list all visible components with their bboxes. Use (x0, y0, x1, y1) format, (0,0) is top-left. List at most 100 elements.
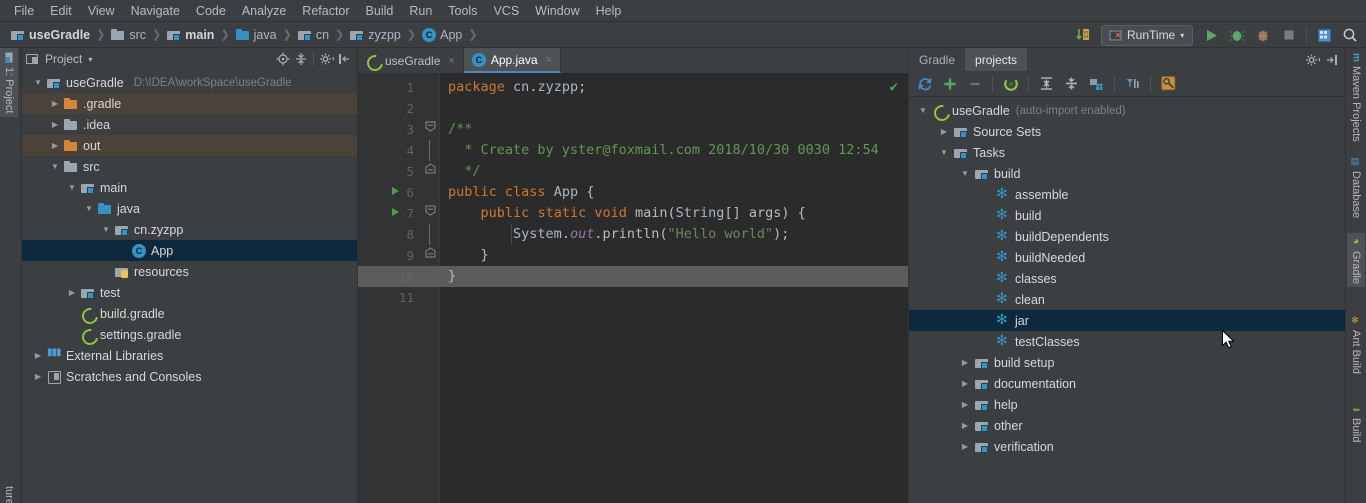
compile-icon[interactable]: 01 10 (1071, 24, 1095, 46)
menu-item-help[interactable]: Help (588, 2, 630, 20)
tree-toggle-closed-icon[interactable] (959, 442, 971, 451)
project-tree[interactable]: useGradle D:\IDEA\workSpace\useGradle .gra… (22, 70, 357, 503)
filter-tasks-icon[interactable] (1121, 73, 1144, 95)
sidebar-item-gradle[interactable]: ◕ Gradle (1347, 233, 1365, 288)
tree-toggle-closed-icon[interactable] (959, 421, 971, 430)
editor-tab-usegradle[interactable]: useGradle × (358, 48, 464, 73)
breadcrumb-item-zyzpp[interactable]: zyzpp ❯ (347, 28, 419, 42)
breadcrumb-item-main[interactable]: main ❯ (164, 28, 232, 42)
tree-row[interactable]: useGradle D:\IDEA\workSpace\useGradle (22, 72, 357, 93)
tree-row[interactable]: settings.gradle (22, 324, 357, 345)
editor-tab-app-java[interactable]: App.java × (463, 48, 561, 73)
fold-collapse-icon[interactable] (424, 245, 436, 266)
menu-item-analyze[interactable]: Analyze (234, 2, 294, 20)
tree-toggle-closed-icon[interactable] (32, 351, 44, 360)
code-line[interactable]: public static void main(String[] args) { (448, 203, 806, 224)
refresh-all-projects-icon[interactable] (913, 73, 936, 95)
code-editor[interactable]: 1 package cn.zyzpp; 2 3 /** 4 * Create by yst… (358, 73, 908, 503)
hide-panel-icon[interactable] (335, 50, 353, 68)
collapse-all-icon[interactable] (1060, 73, 1083, 95)
tree-row[interactable]: Scratches and Consoles (22, 366, 357, 387)
close-icon[interactable]: × (546, 54, 552, 66)
close-icon[interactable]: × (448, 55, 454, 67)
menu-item-view[interactable]: View (80, 2, 123, 20)
code-line[interactable]: * Create by yster@foxmail.com 2018/10/30… (448, 140, 879, 161)
sidebar-item-database[interactable]: ▤ Database (1347, 154, 1365, 221)
tree-toggle-open-icon[interactable] (32, 78, 44, 87)
code-line[interactable]: public class App { (448, 182, 594, 203)
fold-collapse-icon[interactable] (424, 119, 436, 140)
tree-toggle-open-icon[interactable] (83, 204, 95, 213)
tree-row[interactable]: build.gradle (22, 303, 357, 324)
gradle-tree-row[interactable]: useGradle (auto-import enabled) (909, 100, 1345, 121)
gradle-tree-row[interactable]: buildDependents (909, 226, 1345, 247)
fold-collapse-icon[interactable] (424, 203, 436, 224)
tree-toggle-open-icon[interactable] (66, 183, 78, 192)
breadcrumb-item-java[interactable]: java ❯ (233, 28, 295, 42)
debug-icon[interactable] (1225, 24, 1249, 46)
gradle-tree-row[interactable]: classes (909, 268, 1345, 289)
menu-item-window[interactable]: Window (527, 2, 587, 20)
breadcrumb-item-src[interactable]: src ❯ (108, 28, 164, 42)
tree-row[interactable]: java (22, 198, 357, 219)
toggle-offline-mode-icon[interactable] (1085, 73, 1108, 95)
gradle-tree-row[interactable]: help (909, 394, 1345, 415)
tree-toggle-open-icon[interactable] (938, 148, 950, 157)
tab-gradle[interactable]: Gradle (909, 48, 965, 71)
tree-toggle-open-icon[interactable] (49, 162, 61, 171)
code-line[interactable]: */ (448, 161, 480, 182)
search-everywhere-icon[interactable] (1338, 24, 1362, 46)
tree-row[interactable]: out (22, 135, 357, 156)
chevron-down-icon[interactable]: ▾ (88, 55, 92, 64)
run-configuration-selector[interactable]: RunTime ▾ (1101, 24, 1193, 46)
sidebar-item-maven-projects[interactable]: m Maven Projects (1347, 50, 1365, 145)
tree-toggle-closed-icon[interactable] (49, 99, 61, 108)
tree-toggle-open-icon[interactable] (100, 225, 112, 234)
tree-toggle-closed-icon[interactable] (32, 372, 44, 381)
code-line[interactable]: /** (448, 119, 472, 140)
menu-item-navigate[interactable]: Navigate (123, 2, 188, 20)
tree-toggle-closed-icon[interactable] (49, 120, 61, 129)
tree-row[interactable]: App (22, 240, 357, 261)
hide-panel-icon[interactable] (1323, 51, 1341, 69)
menu-item-edit[interactable]: Edit (42, 2, 80, 20)
tree-toggle-closed-icon[interactable] (959, 358, 971, 367)
execute-gradle-task-icon[interactable] (999, 73, 1022, 95)
updates-icon[interactable] (1312, 24, 1336, 46)
stop-icon[interactable] (1277, 24, 1301, 46)
sidebar-item-project[interactable]: 1: Project (0, 48, 18, 118)
breadcrumb-item-app[interactable]: App ❯ (419, 27, 480, 42)
gradle-tree-row[interactable]: verification (909, 436, 1345, 457)
tree-toggle-closed-icon[interactable] (66, 288, 78, 297)
menu-item-refactor[interactable]: Refactor (294, 2, 357, 20)
gradle-tree-row[interactable]: testClasses (909, 331, 1345, 352)
gradle-tree-row[interactable]: documentation (909, 373, 1345, 394)
sidebar-item-structure[interactable]: ture (0, 482, 18, 503)
menu-item-build[interactable]: Build (358, 2, 402, 20)
gradle-settings-icon[interactable] (1157, 73, 1180, 95)
sidebar-item-build[interactable]: ⬇ Build (1347, 403, 1365, 445)
tree-toggle-open-icon[interactable] (917, 106, 929, 115)
gradle-tree-row[interactable]: build (909, 163, 1345, 184)
tree-row[interactable]: resources (22, 261, 357, 282)
tree-row[interactable]: .gradle (22, 93, 357, 114)
tree-toggle-closed-icon[interactable] (959, 379, 971, 388)
menu-item-tools[interactable]: Tools (440, 2, 485, 20)
sidebar-item-ant-build[interactable]: ✻ Ant Build (1347, 313, 1365, 377)
menu-item-file[interactable]: File (6, 2, 42, 20)
breadcrumb-item-cn[interactable]: cn ❯ (295, 28, 347, 42)
fold-collapse-icon[interactable] (424, 161, 436, 182)
run-with-coverage-icon[interactable] (1251, 24, 1275, 46)
tree-row[interactable]: test (22, 282, 357, 303)
code-line[interactable]: System.out.println("Hello world"); (448, 224, 789, 245)
breadcrumb-item-usegradle[interactable]: useGradle ❯ (8, 28, 108, 42)
tab-projects[interactable]: projects (965, 48, 1028, 71)
tree-row[interactable]: cn.zyzpp (22, 219, 357, 240)
tree-row[interactable]: src (22, 156, 357, 177)
tree-toggle-open-icon[interactable] (959, 169, 971, 178)
tree-row[interactable]: main (22, 177, 357, 198)
gradle-tree-row[interactable]: build (909, 205, 1345, 226)
code-line[interactable]: } (448, 245, 489, 266)
gradle-tree-row[interactable]: jar (909, 310, 1345, 331)
gradle-tree-row[interactable]: Tasks (909, 142, 1345, 163)
